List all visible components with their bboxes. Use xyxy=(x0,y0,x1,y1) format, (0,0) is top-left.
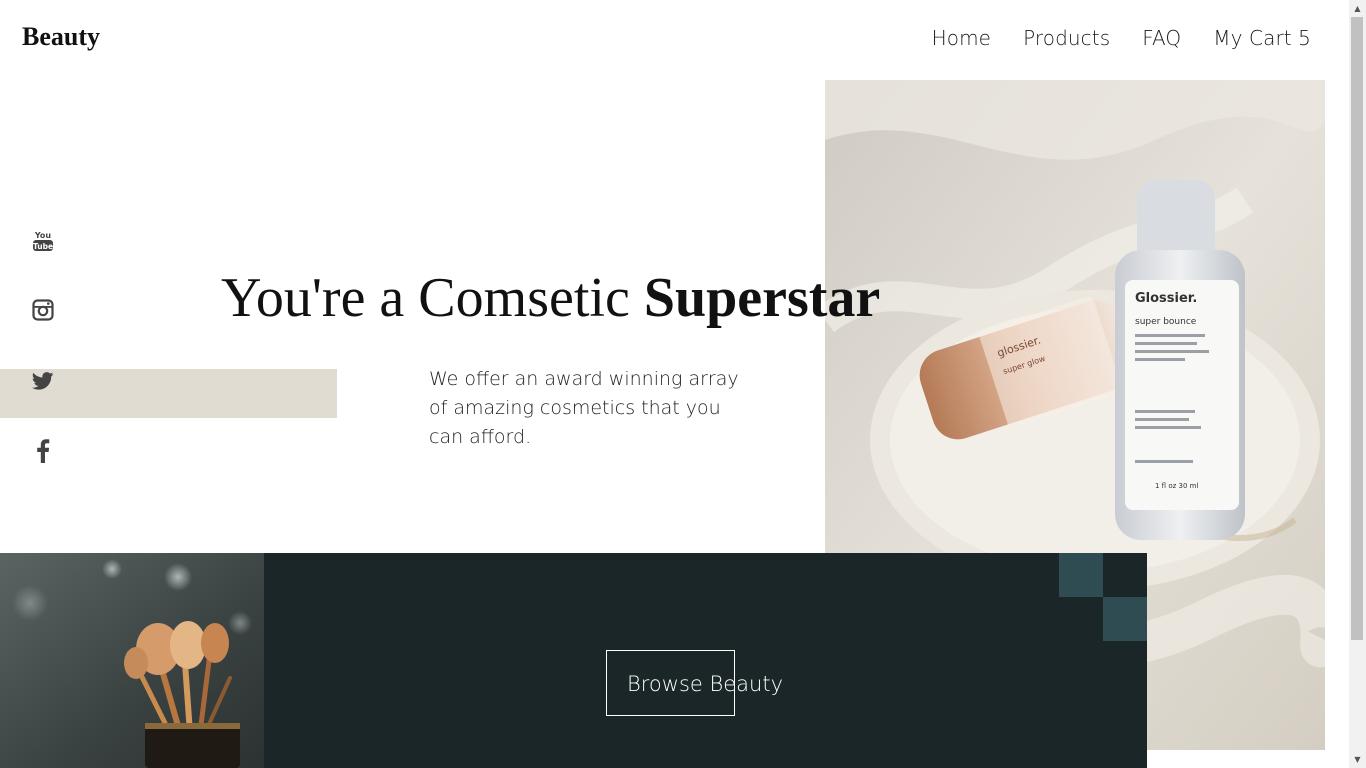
nav-home[interactable]: Home xyxy=(932,26,991,50)
headline-regular: You're a Comsetic xyxy=(221,267,644,329)
makeup-brushes-image xyxy=(0,553,264,768)
twitter-icon xyxy=(32,372,54,390)
browse-beauty-button[interactable]: Browse Beauty xyxy=(606,650,783,716)
youtube-link[interactable]: You Tube xyxy=(30,228,56,254)
nav-products[interactable]: Products xyxy=(1023,26,1110,50)
main-nav: Home Products FAQ My Cart 5 xyxy=(932,26,1311,50)
product-caption-text: super bounce xyxy=(1135,317,1197,327)
hero-headline: You're a Comsetic Superstar xyxy=(221,267,881,330)
accent-square xyxy=(1059,553,1103,597)
browse-beauty-label: Browse Beauty xyxy=(627,672,783,696)
headline-bold: Superstar xyxy=(643,267,881,329)
twitter-link[interactable] xyxy=(30,368,56,394)
accent-square xyxy=(1103,597,1147,641)
facebook-icon xyxy=(37,439,50,463)
page-scrollbar[interactable]: ▲ ▼ xyxy=(1349,0,1366,768)
youtube-icon: You Tube xyxy=(33,231,53,251)
svg-text:Tube: Tube xyxy=(33,242,53,251)
makeup-brushes-illustration xyxy=(0,553,264,768)
hero-tagline: We offer an award winning array of amazi… xyxy=(429,368,739,448)
nav-faq[interactable]: FAQ xyxy=(1142,26,1181,50)
product-label-text: Glossier. xyxy=(1135,291,1197,306)
site-logo[interactable]: Beauty xyxy=(22,22,100,52)
scroll-thumb[interactable] xyxy=(1351,17,1363,640)
nav-my-cart[interactable]: My Cart 5 xyxy=(1213,26,1311,50)
instagram-link[interactable] xyxy=(30,297,56,323)
scroll-up-icon[interactable]: ▲ xyxy=(1349,0,1366,17)
instagram-icon xyxy=(32,299,54,321)
product-volume-text: 1 fl oz 30 ml xyxy=(1155,482,1198,490)
facebook-link[interactable] xyxy=(30,438,56,464)
scroll-down-icon[interactable]: ▼ xyxy=(1349,751,1366,768)
svg-text:You: You xyxy=(34,231,52,240)
